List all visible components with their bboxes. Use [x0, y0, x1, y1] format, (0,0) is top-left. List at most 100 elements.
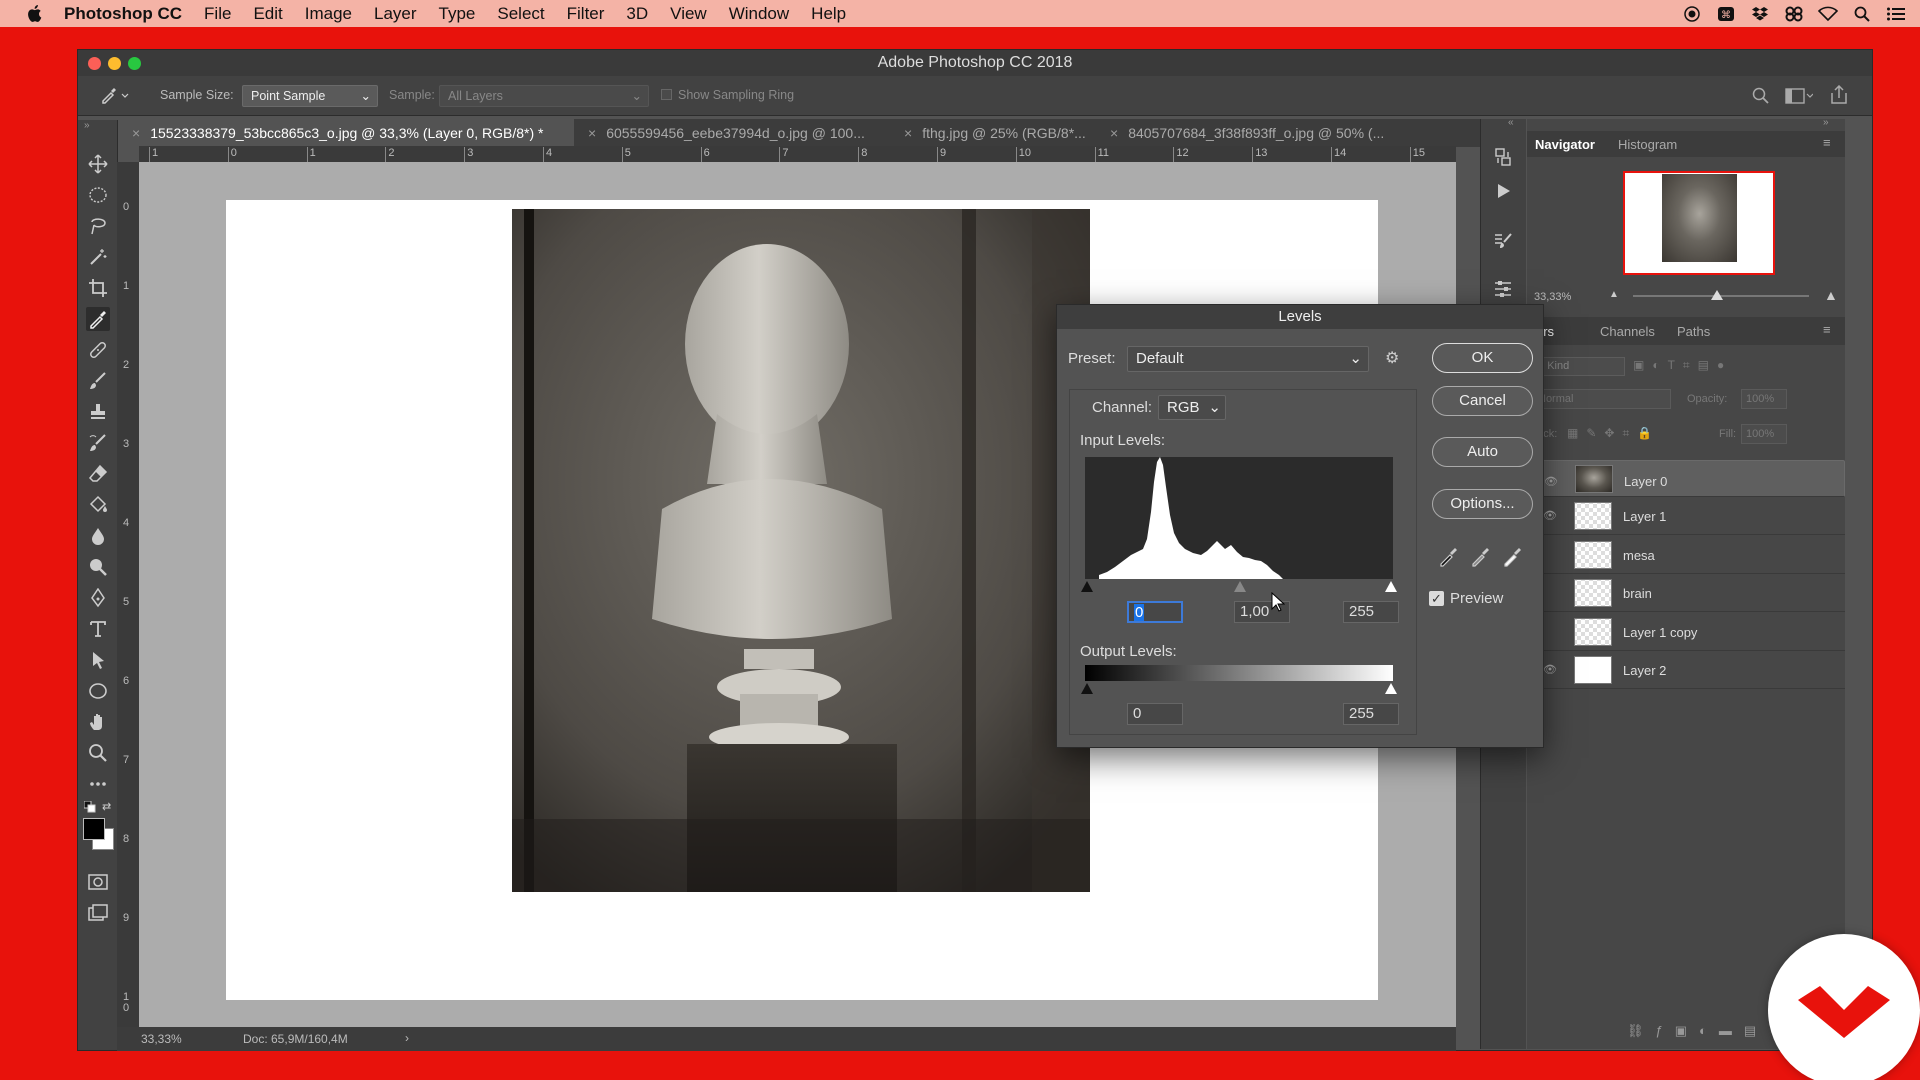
history-icon[interactable] — [1493, 147, 1513, 170]
opacity-input[interactable]: 100% — [1741, 389, 1787, 409]
sample-size-select[interactable]: Point Sample ⌄ — [242, 85, 378, 107]
search-icon[interactable] — [1752, 87, 1770, 108]
command-icon[interactable]: ⌘ — [1716, 6, 1736, 22]
layer-filter-icons[interactable]: ▣◐T⌗▤● — [1633, 358, 1783, 376]
tab-paths[interactable]: Paths — [1677, 324, 1710, 339]
sample-select[interactable]: All Layers ⌄ — [439, 85, 649, 107]
zoom-level[interactable]: 33,33% — [141, 1032, 182, 1046]
eraser-tool-icon[interactable] — [86, 462, 110, 486]
notification-center-icon[interactable] — [1886, 6, 1906, 22]
pen-tool-icon[interactable] — [86, 586, 110, 610]
ok-button[interactable]: OK — [1432, 343, 1533, 373]
collapse-toolbar-icon[interactable]: » — [84, 120, 90, 131]
lock-icons[interactable]: ▦✎✥⌗🔒 — [1567, 426, 1677, 442]
output-black-field[interactable]: 0 — [1127, 703, 1183, 725]
menu-view[interactable]: View — [670, 4, 707, 24]
healing-brush-tool-icon[interactable] — [86, 338, 110, 362]
close-tab-icon[interactable]: × — [132, 125, 140, 141]
input-black-slider[interactable] — [1081, 581, 1093, 592]
close-tab-icon[interactable]: × — [904, 125, 912, 141]
tab-histogram[interactable]: Histogram — [1618, 137, 1677, 152]
eyedropper-tool-preset-icon[interactable] — [100, 86, 130, 107]
close-tab-icon[interactable]: × — [588, 125, 596, 141]
visibility-eye-icon[interactable]: 👁 — [1543, 663, 1557, 676]
marquee-tool-icon[interactable] — [86, 183, 110, 207]
layer-row[interactable]: 👁 Layer 2 — [1527, 652, 1845, 689]
swap-colors-icon[interactable]: ⇄ — [102, 800, 111, 813]
default-colors-icon[interactable] — [83, 800, 96, 816]
options-button[interactable]: Options... — [1432, 489, 1533, 519]
fill-input[interactable]: 100% — [1741, 424, 1787, 444]
menu-filter[interactable]: Filter — [567, 4, 605, 24]
actions-play-icon[interactable] — [1493, 181, 1513, 204]
zoom-out-icon[interactable]: ▲ — [1609, 289, 1619, 300]
menu-edit[interactable]: Edit — [253, 4, 282, 24]
visibility-eye-icon[interactable]: 👁 — [1543, 509, 1557, 522]
minimize-window-button[interactable] — [108, 57, 121, 70]
zoom-tool-icon[interactable] — [86, 741, 110, 765]
zoom-in-icon[interactable]: ▲ — [1824, 287, 1838, 303]
close-tab-icon[interactable]: × — [1110, 125, 1118, 141]
menu-image[interactable]: Image — [305, 4, 352, 24]
close-window-button[interactable] — [88, 57, 101, 70]
more-tools-icon[interactable] — [86, 772, 110, 796]
ellipse-tool-icon[interactable] — [86, 679, 110, 703]
gray-point-eyedropper-icon[interactable] — [1470, 545, 1492, 570]
menu-file[interactable]: File — [204, 4, 231, 24]
workspace-icon[interactable] — [1785, 88, 1814, 107]
input-white-field[interactable]: 255 — [1343, 601, 1399, 623]
blend-mode-select[interactable]: Normal — [1531, 389, 1671, 409]
doc-tab-active[interactable]: × 15523338379_53bcc865c3_o.jpg @ 33,3% (L… — [118, 119, 574, 147]
doc-tab[interactable]: × 6055599456_eebe37994d_o.jpg @ 100... — [574, 119, 890, 147]
output-black-slider[interactable] — [1081, 683, 1093, 694]
navigator-preview[interactable] — [1623, 171, 1775, 275]
crop-tool-icon[interactable] — [86, 276, 110, 300]
doc-tab[interactable]: × 8405707684_3f38f893ff_o.jpg @ 50% (... — [1096, 119, 1441, 147]
panel-menu-icon[interactable]: ≡ — [1823, 135, 1831, 150]
channel-select[interactable]: RGB ⌄ — [1158, 395, 1226, 420]
move-tool-icon[interactable] — [86, 152, 110, 176]
input-gamma-slider[interactable] — [1234, 581, 1246, 592]
visibility-eye-icon[interactable]: 👁 — [1544, 472, 1558, 492]
preview-checkbox[interactable]: ✓ — [1429, 591, 1444, 606]
preset-select[interactable]: Default ⌄ — [1127, 346, 1369, 372]
dropbox-icon[interactable] — [1750, 6, 1770, 22]
collapse-strip-icon[interactable]: « — [1508, 117, 1514, 128]
apple-icon[interactable] — [22, 2, 46, 26]
output-white-slider[interactable] — [1385, 683, 1397, 694]
status-menu-arrow[interactable]: › — [405, 1031, 409, 1045]
quick-mask-icon[interactable] — [86, 870, 110, 894]
show-sampling-ring-checkbox[interactable] — [661, 89, 672, 100]
wifi-icon[interactable] — [1818, 6, 1838, 22]
white-point-eyedropper-icon[interactable] — [1502, 545, 1524, 570]
menu-help[interactable]: Help — [811, 4, 846, 24]
menu-type[interactable]: Type — [439, 4, 476, 24]
zoom-slider-thumb[interactable] — [1711, 290, 1724, 300]
type-tool-icon[interactable] — [86, 617, 110, 641]
layer-row[interactable]: 👁 Layer 1 — [1527, 498, 1845, 536]
layer-row[interactable]: mesa — [1527, 537, 1845, 574]
brush-tool-icon[interactable] — [86, 369, 110, 393]
menu-3d[interactable]: 3D — [626, 4, 648, 24]
layer-kind-filter[interactable]: ⌕ Kind — [1531, 357, 1625, 376]
dodge-tool-icon[interactable] — [86, 555, 110, 579]
share-icon[interactable] — [1830, 84, 1848, 108]
tab-navigator[interactable]: Navigator — [1535, 137, 1595, 152]
collapse-panels-icon[interactable]: » — [1823, 117, 1829, 128]
auto-button[interactable]: Auto — [1432, 437, 1533, 467]
magic-wand-tool-icon[interactable] — [86, 245, 110, 269]
preset-options-gear-icon[interactable]: ⚙ — [1385, 348, 1399, 368]
history-brush-tool-icon[interactable] — [86, 431, 110, 455]
adjustments-icon[interactable] — [1493, 279, 1513, 302]
blur-tool-icon[interactable] — [86, 524, 110, 548]
brush-settings-icon[interactable] — [1493, 231, 1513, 254]
cancel-button[interactable]: Cancel — [1432, 386, 1533, 416]
spotlight-search-icon[interactable] — [1852, 6, 1872, 22]
creative-cloud-icon[interactable] — [1784, 6, 1804, 22]
layer-row[interactable]: brain — [1527, 575, 1845, 613]
menu-window[interactable]: Window — [729, 4, 789, 24]
hand-tool-icon[interactable] — [86, 710, 110, 734]
app-menu[interactable]: Photoshop CC — [64, 4, 182, 24]
screen-mode-icon[interactable] — [86, 901, 110, 925]
clone-stamp-tool-icon[interactable] — [86, 400, 110, 424]
